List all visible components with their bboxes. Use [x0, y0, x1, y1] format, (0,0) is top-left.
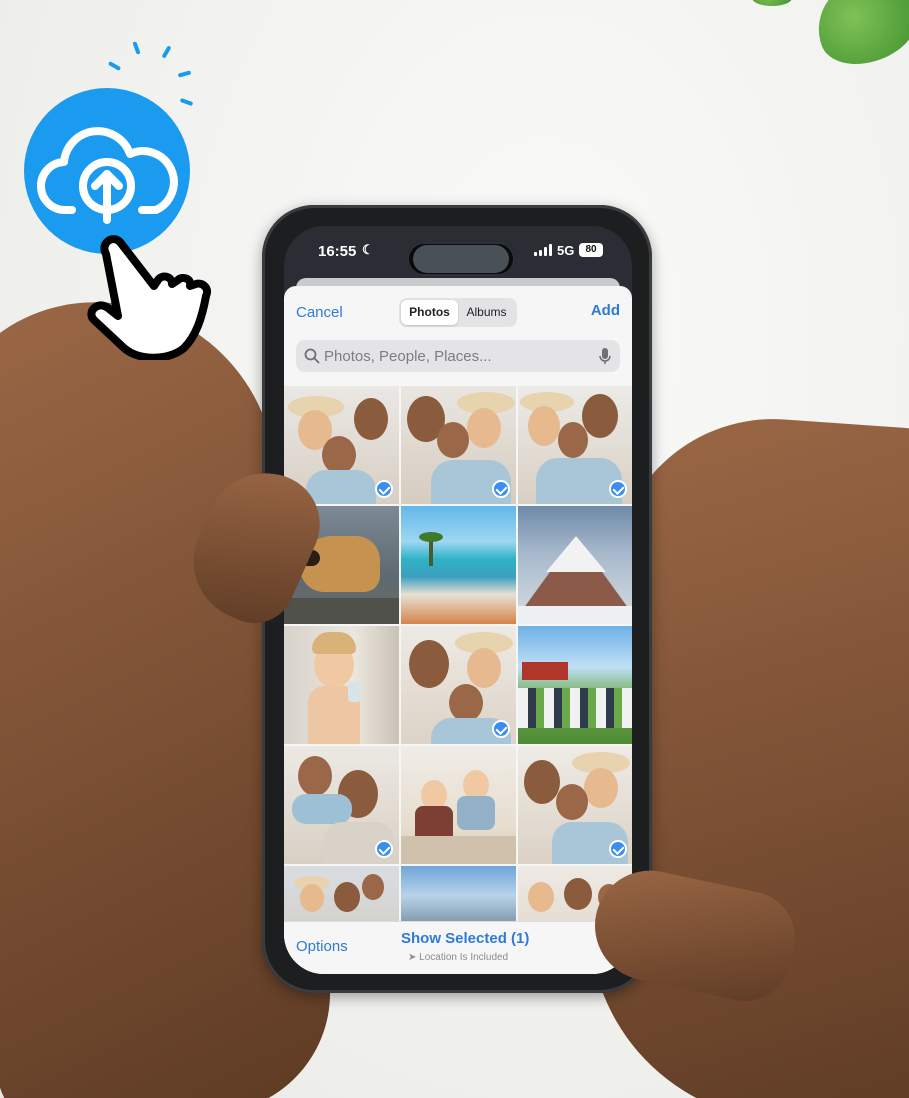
add-button[interactable]: Add — [591, 302, 620, 319]
options-button[interactable]: Options — [296, 938, 348, 955]
moon-icon: ☾ — [362, 242, 374, 257]
search-field[interactable]: Photos, People, Places... — [296, 340, 620, 372]
photo-thumbnail[interactable] — [518, 746, 632, 864]
picker-toolbar: Options Show Selected (1) ➤ Location Is … — [284, 921, 632, 974]
photo-picker-sheet: Cancel Photos Albums Add Photos, People,… — [284, 286, 632, 974]
photo-thumbnail[interactable] — [401, 506, 516, 624]
scene: 16:55 ☾ 5G 80 Cancel Photos Albums Add P… — [0, 0, 909, 1098]
sparkle-ray — [161, 45, 172, 59]
selected-check-icon — [375, 840, 393, 858]
tab-photos[interactable]: Photos — [401, 300, 458, 325]
photo-grid — [284, 386, 632, 974]
microphone-icon[interactable] — [599, 348, 611, 365]
selected-check-icon — [609, 480, 627, 498]
photo-thumbnail[interactable] — [518, 626, 632, 744]
selected-check-icon — [375, 480, 393, 498]
photo-thumbnail[interactable] — [518, 506, 632, 624]
network-label: 5G — [557, 243, 575, 258]
show-selected-button[interactable]: Show Selected (1) — [401, 930, 529, 947]
pointing-hand-icon — [87, 235, 211, 360]
search-placeholder: Photos, People, Places... — [324, 348, 492, 365]
picker-nav-bar: Cancel Photos Albums Add — [284, 298, 632, 328]
location-arrow-icon: ➤ — [408, 952, 417, 963]
sparkle-ray — [107, 61, 122, 71]
photo-thumbnail[interactable] — [284, 626, 399, 744]
status-time: 16:55 — [318, 243, 357, 260]
status-bar: 16:55 ☾ 5G 80 — [284, 226, 632, 278]
photo-thumbnail[interactable] — [401, 746, 516, 864]
cancel-button[interactable]: Cancel — [296, 304, 343, 321]
photo-thumbnail[interactable] — [284, 746, 399, 864]
selected-check-icon — [492, 480, 510, 498]
sparkle-ray — [132, 41, 141, 55]
selected-check-icon — [609, 840, 627, 858]
battery-icon: 80 — [579, 243, 603, 257]
leaf-decoration — [752, 0, 792, 6]
dynamic-island — [407, 242, 515, 276]
signal-icon — [534, 244, 552, 256]
photo-thumbnail[interactable] — [401, 386, 516, 504]
tab-albums[interactable]: Albums — [458, 300, 515, 325]
selected-check-icon — [492, 720, 510, 738]
cloud-upload-icon — [24, 88, 190, 254]
photo-thumbnail[interactable] — [518, 386, 632, 504]
photos-albums-segmented-control: Photos Albums — [399, 298, 517, 327]
location-included-label: ➤ Location Is Included — [408, 952, 509, 963]
phone-screen: 16:55 ☾ 5G 80 Cancel Photos Albums Add P… — [284, 226, 632, 974]
photo-thumbnail[interactable] — [401, 626, 516, 744]
sparkle-ray — [177, 70, 192, 78]
search-icon — [304, 348, 320, 364]
leaf-decoration — [804, 0, 909, 77]
